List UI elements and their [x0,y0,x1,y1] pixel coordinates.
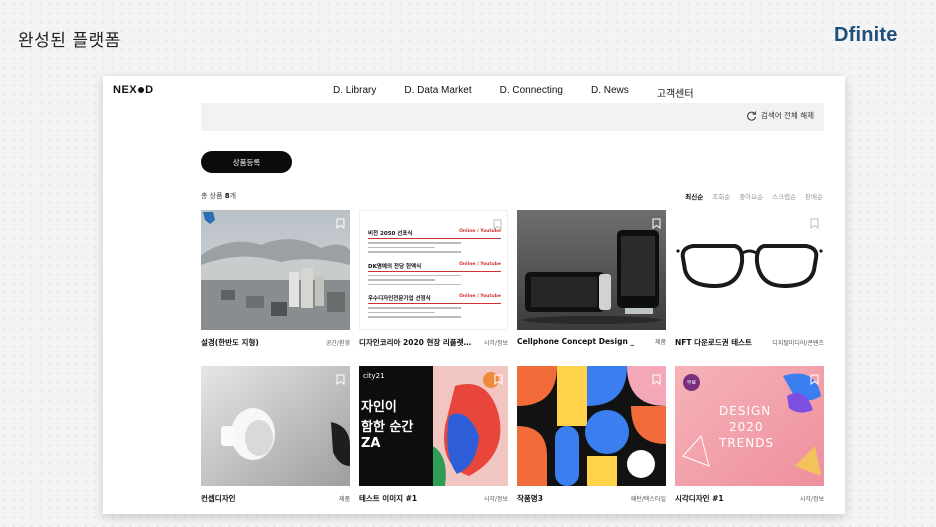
logo-dot [138,86,145,93]
bookmark-icon[interactable] [810,370,819,385]
bookmark-icon[interactable] [810,214,819,229]
product-render-image [201,366,350,486]
product-category: 제품 [654,339,666,346]
product-card[interactable]: DESIGN 2020 TRENDS 무료 시각디자인 #1 시각/정보 [675,366,824,504]
product-category: 디지털미디어/콘텐츠 [772,340,824,347]
glasses-image [675,210,824,330]
product-category: 제품 [338,496,350,503]
main-nav: D. Library D. Data Market D. Connecting … [333,85,694,100]
logo-text: NEX [113,84,138,96]
sort-latest[interactable]: 최신순 [685,191,703,201]
search-filter-bar: 검색어 전체 해제 [201,103,824,131]
product-thumbnail[interactable] [201,210,350,330]
product-title[interactable]: 디자인코리아 2020 현장 리플렛… [359,337,471,348]
phone-render-image [517,210,666,330]
sort-likes[interactable]: 좋아요순 [739,191,763,201]
product-card[interactable]: 작품명3 패턴/텍스타일 [517,366,666,504]
product-thumbnail[interactable] [201,366,350,486]
nav-support[interactable]: 고객센터 [657,85,694,100]
product-category: 공간/환경 [325,340,350,347]
product-card[interactable]: NFT 다운로드권 테스트 디지털미디어/콘텐츠 [675,210,824,348]
bookmark-icon[interactable] [493,215,502,230]
site-logo[interactable]: NEX D [113,84,154,96]
leaflet-document: 비전 2050 선포식 Online / Youtube DK명예의 전당 헌액식… [368,229,501,327]
product-title[interactable]: 컨셉디자인 [201,493,236,504]
slide-title: 완성된 플랫폼 [18,31,121,51]
product-card[interactable]: 컨셉디자인 제품 [201,366,350,504]
register-product-button[interactable]: 상품등록 [201,151,292,173]
platform-window: NEX D D. Library D. Data Market D. Connec… [103,76,845,514]
product-thumbnail[interactable]: DESIGN 2020 TRENDS 무료 [675,366,824,486]
product-card[interactable]: Cellphone Concept Design _ P#1 제품 [517,210,666,346]
nav-news[interactable]: D. News [591,85,629,100]
product-title[interactable]: 시각디자인 #1 [675,493,724,504]
brand-logo: Dfinite [834,24,898,46]
product-title[interactable]: NFT 다운로드권 테스트 [675,337,752,348]
bookmark-icon[interactable] [494,370,503,385]
product-category: 패턴/텍스타일 [630,496,666,503]
sort-options: 최신순 조회순 좋아요순 스크랩순 판매순 [685,191,823,201]
product-category: 시각/정보 [483,496,508,503]
snow-city-image [201,210,350,330]
sort-sales[interactable]: 판매순 [805,191,823,201]
nav-library[interactable]: D. Library [333,85,376,100]
product-card[interactable]: city21 자인이 함한 순간 ZA 테스트 이미지 #1 시각/정보 [359,366,508,504]
bookmark-icon[interactable] [652,370,661,385]
free-badge: 무료 [683,374,700,391]
nav-connecting[interactable]: D. Connecting [500,85,563,100]
geometric-pattern-image [517,366,666,486]
product-thumbnail[interactable]: city21 자인이 함한 순간 ZA [359,366,508,486]
nav-data-market[interactable]: D. Data Market [404,85,471,100]
bookmark-icon[interactable] [336,370,345,385]
refresh-icon [747,110,756,121]
reset-search-button[interactable]: 검색어 전체 해제 [747,110,814,121]
sort-views[interactable]: 조회순 [712,191,730,201]
product-card[interactable]: 비전 2050 선포식 Online / Youtube DK명예의 전당 헌액식… [359,210,508,348]
bookmark-icon[interactable] [652,214,661,229]
total-count: 총 상품 8개 [201,192,237,200]
reset-search-label: 검색어 전체 해제 [760,111,814,120]
product-card[interactable]: 설경(한반도 지형) 공간/환경 [201,210,350,348]
product-category: 시각/정보 [483,340,508,347]
product-title[interactable]: 테스트 이미지 #1 [359,493,417,504]
product-thumbnail[interactable]: 비전 2050 선포식 Online / Youtube DK명예의 전당 헌액식… [359,210,508,330]
product-title[interactable]: 작품명3 [517,493,543,504]
sort-scraps[interactable]: 스크랩순 [772,191,796,201]
product-thumbnail[interactable] [517,366,666,486]
product-title[interactable]: Cellphone Concept Design _ P#1 [517,337,635,346]
product-title[interactable]: 설경(한반도 지형) [201,337,259,348]
bookmark-icon[interactable] [336,214,345,229]
product-thumbnail[interactable] [675,210,824,330]
product-category: 시각/정보 [799,496,824,503]
product-thumbnail[interactable] [517,210,666,330]
